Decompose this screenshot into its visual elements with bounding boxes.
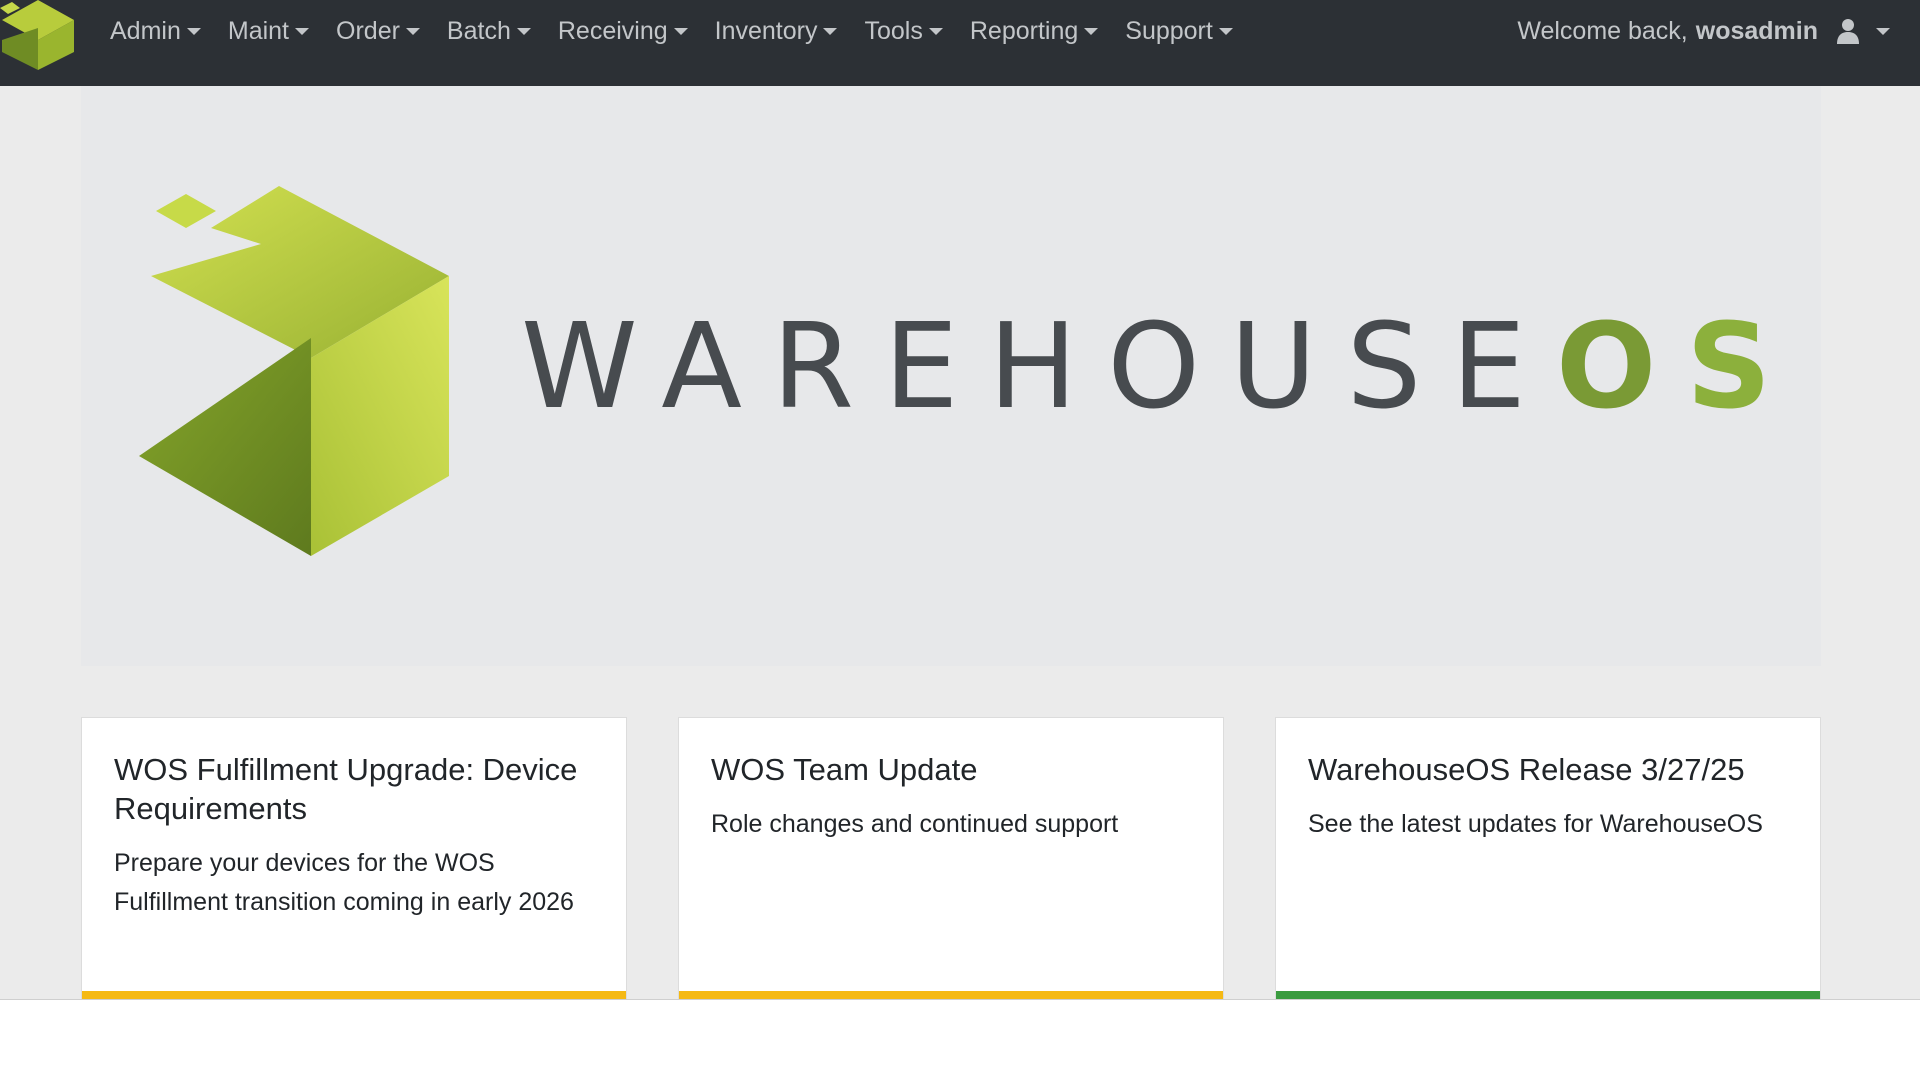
menu-label: Reporting <box>969 16 1079 45</box>
menu-label: Receiving <box>557 16 668 45</box>
card-text: Role changes and continued support <box>711 810 1119 838</box>
wordmark-s: S <box>1686 297 1802 435</box>
menu-batch[interactable]: Batch <box>447 17 531 46</box>
top-navbar: Admin Maint Order Batch Receiving Invent… <box>0 0 1920 86</box>
caret-down-icon <box>1876 27 1890 35</box>
card-text: See the latest updates for WarehouseOS <box>1308 810 1763 838</box>
card-accent-bar <box>679 991 1223 999</box>
card-accent-bar <box>1276 991 1820 999</box>
menu-label: Inventory <box>714 16 818 45</box>
menu-receiving[interactable]: Receiving <box>558 17 688 46</box>
caret-down-icon <box>186 27 201 35</box>
card-title: WarehouseOS Release 3/27/25 <box>1308 752 1745 787</box>
menu-order[interactable]: Order <box>336 17 420 46</box>
menu-label: Maint <box>227 16 290 45</box>
caret-down-icon <box>823 27 838 35</box>
news-cards: WOS Fulfillment Upgrade: Device Requirem… <box>81 717 1821 999</box>
menu-label: Batch <box>446 16 511 45</box>
menu-label: Admin <box>110 16 181 45</box>
user-area: Welcome back, wosadmin <box>1517 0 1890 62</box>
welcome-text: Welcome back, <box>1517 16 1688 45</box>
warehouseos-wordmark: WAREHOUSE OS <box>521 297 1801 435</box>
caret-down-icon <box>1084 27 1099 35</box>
news-card-fulfillment-upgrade[interactable]: WOS Fulfillment Upgrade: Device Requirem… <box>81 717 627 999</box>
news-card-release[interactable]: WarehouseOS Release 3/27/25 See the late… <box>1275 717 1821 999</box>
menu-label: Tools <box>864 16 923 45</box>
user-menu-toggle[interactable] <box>1836 18 1890 44</box>
menu-admin[interactable]: Admin <box>110 17 201 46</box>
menu-reporting[interactable]: Reporting <box>969 16 1099 46</box>
menu-tools[interactable]: Tools <box>864 16 943 46</box>
user-icon <box>1837 19 1859 44</box>
news-card-team-update[interactable]: WOS Team Update Role changes and continu… <box>678 717 1224 999</box>
caret-down-icon <box>1218 27 1233 35</box>
warehouseos-cube-logo-icon[interactable] <box>0 0 80 70</box>
card-accent-bar <box>82 991 626 999</box>
menu-maint[interactable]: Maint <box>227 16 310 46</box>
caret-down-icon <box>405 27 420 35</box>
wordmark-warehouse: WAREHOUSE <box>521 297 1556 435</box>
username: wosadmin <box>1695 16 1818 45</box>
wordmark-o: O <box>1555 297 1687 435</box>
main-menu: Admin Maint Order Batch Receiving Invent… <box>110 0 1260 62</box>
card-text: Prepare your devices for the WOS Fulfill… <box>114 849 574 916</box>
caret-down-icon <box>928 27 943 35</box>
menu-inventory[interactable]: Inventory <box>715 17 838 46</box>
blank-area <box>0 999 1920 1081</box>
menu-label: Support <box>1125 16 1213 45</box>
warehouseos-cube-logo-icon <box>139 186 449 556</box>
caret-down-icon <box>295 27 310 35</box>
caret-down-icon <box>673 27 688 35</box>
card-title: WOS Team Update <box>711 752 978 787</box>
wordmark-os: OS <box>1556 297 1801 435</box>
menu-label: Order <box>336 16 400 45</box>
card-title: WOS Fulfillment Upgrade: Device Requirem… <box>114 752 578 826</box>
caret-down-icon <box>516 27 531 35</box>
menu-support[interactable]: Support <box>1125 17 1233 46</box>
hero-banner: WAREHOUSE OS <box>81 86 1821 666</box>
page-viewport: Admin Maint Order Batch Receiving Invent… <box>0 0 1920 999</box>
